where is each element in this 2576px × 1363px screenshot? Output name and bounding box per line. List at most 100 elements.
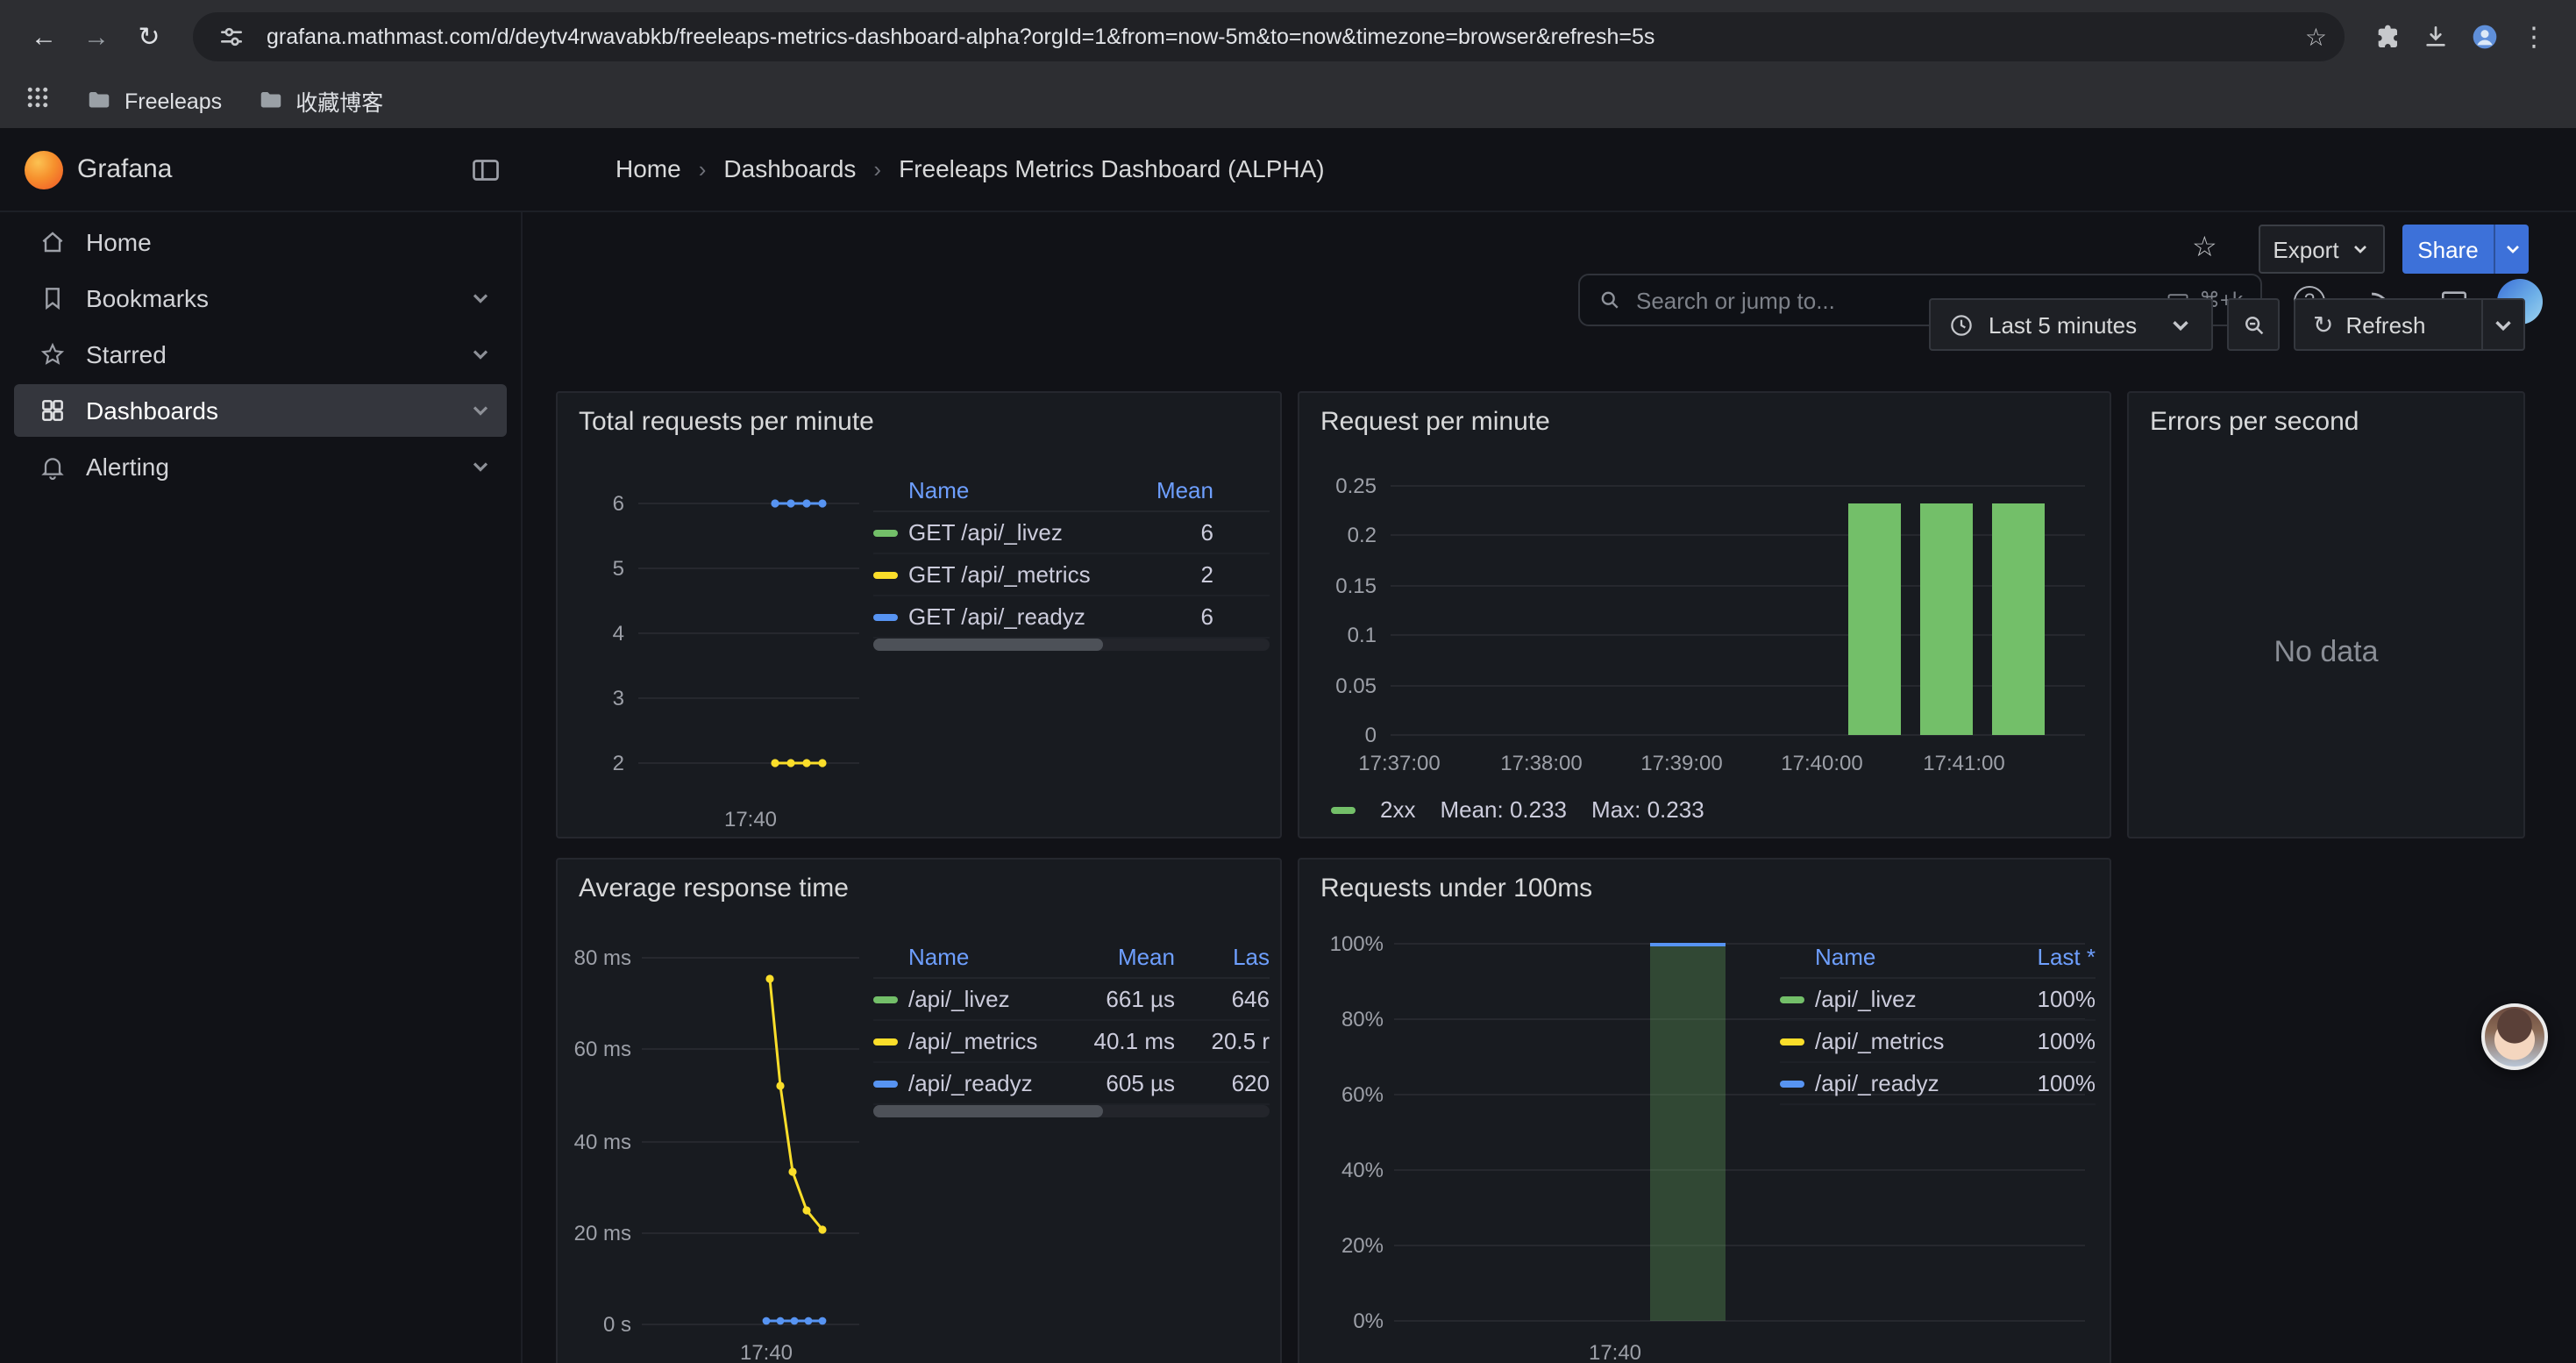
legend-scrollbar[interactable]: [873, 1105, 1270, 1117]
legend-row: GET /api/_readyz 6: [873, 596, 1270, 639]
legend-header-last[interactable]: Las: [1189, 944, 1270, 970]
series-name[interactable]: /api/_livez: [1815, 986, 2011, 1012]
series-name[interactable]: GET /api/_livez: [908, 519, 1108, 546]
chevron-down-icon: [2167, 311, 2194, 338]
sidebar-item-alerting[interactable]: Alerting: [14, 440, 507, 493]
series-name[interactable]: 2xx: [1380, 796, 1415, 823]
y-tick: 40%: [1303, 1158, 1384, 1182]
series-last: 100%: [2011, 1028, 2096, 1054]
legend-header-name[interactable]: Name: [908, 477, 1108, 503]
bell-icon: [39, 453, 67, 481]
y-tick: 60 ms: [558, 1037, 631, 1061]
apps-grid-icon[interactable]: [25, 83, 51, 118]
x-tick: 17:41:00: [1911, 751, 2017, 775]
series-mean: 6: [1108, 519, 1213, 546]
series-last: 620: [1189, 1070, 1270, 1096]
legend-table: Name Last * /api/_livez 100% /api/_metri…: [1780, 937, 2096, 1105]
legend-row: /api/_livez 100%: [1780, 979, 2096, 1021]
series-swatch: [873, 1038, 898, 1045]
sidebar-item-starred[interactable]: Starred: [14, 328, 507, 381]
zoom-out-button[interactable]: [2227, 298, 2280, 351]
grafana-logo[interactable]: [25, 151, 63, 189]
panel-title[interactable]: Errors per second: [2129, 393, 2523, 437]
breadcrumb-home[interactable]: Home: [616, 154, 681, 182]
forward-icon[interactable]: →: [74, 14, 119, 60]
series-swatch: [873, 529, 898, 536]
chevron-down-icon[interactable]: [468, 342, 493, 367]
chevron-down-icon[interactable]: [468, 454, 493, 479]
series-last: 20.5 r: [1189, 1028, 1270, 1054]
series-name[interactable]: /api/_readyz: [1815, 1070, 2011, 1096]
refresh-icon: ↻: [2313, 310, 2333, 339]
home-icon: [39, 228, 67, 256]
sidebar-item-bookmarks[interactable]: Bookmarks: [14, 272, 507, 325]
chevron-down-icon[interactable]: [468, 398, 493, 423]
downloads-icon[interactable]: [2415, 16, 2457, 58]
requests-under-100ms-chart: [1299, 860, 2111, 1363]
legend-table: Name Mean GET /api/_livez 6 GET /api/_me…: [873, 470, 1270, 639]
refresh-button[interactable]: ↻ Refresh: [2294, 298, 2525, 351]
legend-header-mean[interactable]: Mean: [1059, 944, 1175, 970]
series-name[interactable]: GET /api/_metrics: [908, 561, 1108, 588]
breadcrumb-dashboards[interactable]: Dashboards: [723, 154, 856, 182]
reload-icon[interactable]: ↻: [126, 14, 172, 60]
url-bar[interactable]: grafana.mathmast.com/d/deytv4rwavabkb/fr…: [193, 12, 2345, 61]
legend-row: /api/_livez 661 µs 646: [873, 979, 1270, 1021]
legend-header-mean[interactable]: Mean: [1108, 477, 1213, 503]
panel-total-requests: Total requests per minute 6 5 4 3 2 17:4…: [556, 391, 1282, 838]
panel-errors-per-second: Errors per second No data: [2127, 391, 2525, 838]
chevron-down-icon: [2350, 239, 2371, 260]
legend-row: GET /api/_metrics 2: [873, 554, 1270, 596]
x-tick: 17:40: [715, 807, 786, 831]
url-text[interactable]: grafana.mathmast.com/d/deytv4rwavabkb/fr…: [267, 25, 2291, 49]
back-icon[interactable]: ←: [21, 14, 67, 60]
time-range-picker[interactable]: Last 5 minutes: [1929, 298, 2213, 351]
series-name[interactable]: /api/_readyz: [908, 1070, 1059, 1096]
sidebar-item-label: Alerting: [86, 453, 169, 481]
bookmark-folder-freeleaps[interactable]: Freeleaps: [86, 88, 222, 114]
series-name[interactable]: /api/_metrics: [908, 1028, 1059, 1054]
y-tick: 0.1: [1303, 623, 1377, 647]
series-name[interactable]: /api/_livez: [908, 986, 1059, 1012]
profile-icon[interactable]: [2464, 16, 2506, 58]
share-dropdown-chevron[interactable]: [2494, 225, 2529, 274]
series-swatch: [873, 995, 898, 1003]
legend-row: GET /api/_livez 6: [873, 512, 1270, 554]
legend-row: /api/_readyz 605 µs 620: [873, 1063, 1270, 1105]
y-tick: 100%: [1303, 931, 1384, 956]
y-tick: 0: [1303, 723, 1377, 747]
series-name[interactable]: /api/_metrics: [1815, 1028, 2011, 1054]
chevron-down-icon[interactable]: [468, 286, 493, 310]
floating-assistant-avatar[interactable]: [2481, 1003, 2548, 1070]
legend-header-last[interactable]: Last *: [2011, 944, 2096, 970]
bookmark-folder-blogs[interactable]: 收藏博客: [257, 84, 383, 118]
favorite-star-icon[interactable]: ☆: [2192, 230, 2217, 265]
y-tick: 0.05: [1303, 674, 1377, 698]
y-tick: 80 ms: [558, 946, 631, 970]
browser-menu-icon[interactable]: ⋮: [2513, 16, 2555, 58]
chevron-down-icon: [2501, 239, 2523, 260]
breadcrumb-separator: ›: [873, 155, 881, 182]
legend-header-name[interactable]: Name: [1815, 944, 2011, 970]
series-last: 100%: [2011, 986, 2096, 1012]
y-tick: 20 ms: [558, 1221, 631, 1245]
sidebar-item-dashboards[interactable]: Dashboards: [14, 384, 507, 437]
refresh-interval-chevron[interactable]: [2481, 300, 2523, 349]
dock-menu-icon[interactable]: [470, 154, 502, 186]
bookmark-star-icon[interactable]: ☆: [2305, 22, 2327, 52]
sidebar-item-home[interactable]: Home: [14, 216, 507, 268]
y-tick: 0%: [1303, 1309, 1384, 1333]
legend-scrollbar[interactable]: [873, 639, 1270, 651]
legend-header-name[interactable]: Name: [908, 944, 1059, 970]
share-button[interactable]: Share: [2402, 225, 2529, 274]
extensions-icon[interactable]: [2366, 16, 2408, 58]
export-button[interactable]: Export: [2259, 225, 2385, 274]
series-name[interactable]: GET /api/_readyz: [908, 603, 1108, 630]
site-settings-icon[interactable]: [210, 16, 253, 58]
series-last: 100%: [2011, 1070, 2096, 1096]
y-tick: 3: [568, 686, 624, 710]
search-icon: [1598, 288, 1622, 312]
breadcrumb-separator: ›: [699, 155, 707, 182]
series-swatch: [1780, 1080, 1804, 1087]
star-icon: [39, 340, 67, 368]
